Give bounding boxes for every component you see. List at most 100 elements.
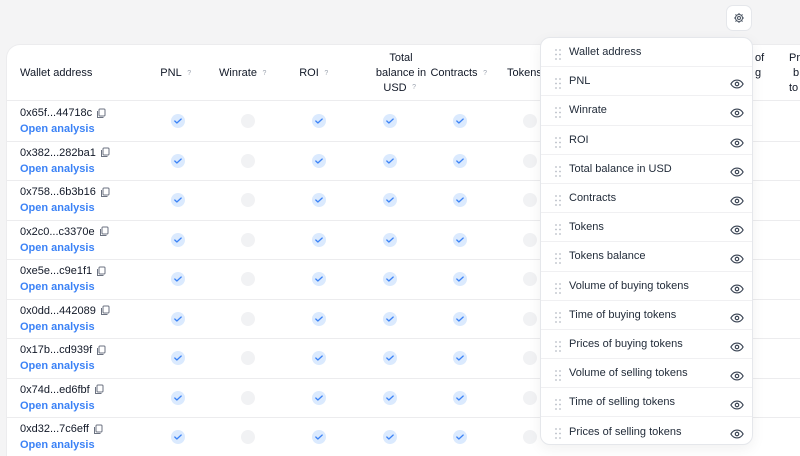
empty-indicator: [523, 430, 537, 444]
copy-icon[interactable]: [94, 384, 104, 395]
copy-icon[interactable]: [96, 345, 106, 356]
check-icon: [383, 390, 397, 405]
wallet-address: 0x65f...44718c: [20, 107, 106, 119]
empty-indicator: [523, 193, 537, 207]
column-option[interactable]: Time of buying tokens: [541, 301, 752, 330]
copy-icon[interactable]: [100, 147, 110, 158]
drag-handle-icon[interactable]: [555, 193, 561, 206]
eye-icon[interactable]: [730, 251, 744, 264]
column-option[interactable]: Volume of buying tokens: [541, 272, 752, 301]
drag-handle-icon[interactable]: [555, 47, 561, 60]
open-analysis-link[interactable]: Open analysis: [20, 321, 95, 333]
help-icon[interactable]: ?: [185, 69, 194, 78]
column-option[interactable]: Tokens: [541, 213, 752, 243]
wallet-address-text: 0xd32...7c6eff: [20, 423, 89, 435]
eye-icon[interactable]: [730, 368, 744, 381]
drag-handle-icon[interactable]: [555, 368, 561, 381]
eye-icon[interactable]: [730, 105, 744, 118]
drag-handle-icon[interactable]: [555, 135, 561, 148]
header-cut-column-2[interactable]: Pr b to: [789, 45, 800, 101]
open-analysis-link[interactable]: Open analysis: [20, 202, 95, 214]
wallet-address-text: 0x65f...44718c: [20, 107, 93, 119]
check-icon: [453, 153, 467, 168]
drag-handle-icon[interactable]: [555, 281, 561, 294]
empty-indicator: [241, 351, 255, 365]
drag-handle-icon[interactable]: [555, 339, 561, 352]
check-icon: [453, 232, 467, 247]
header-cut-g: g: [755, 67, 762, 79]
open-analysis-link[interactable]: Open analysis: [20, 439, 95, 451]
header-roi[interactable]: ROI ?: [287, 45, 343, 101]
help-icon[interactable]: ?: [410, 83, 419, 92]
check-icon: [312, 193, 326, 207]
empty-indicator: [241, 232, 255, 247]
column-option-label: PNL: [569, 75, 591, 88]
column-option[interactable]: Prices of buying tokens: [541, 330, 752, 360]
column-option[interactable]: Wallet address: [541, 38, 752, 68]
help-icon[interactable]: ?: [260, 69, 269, 78]
column-option[interactable]: Winrate: [541, 96, 752, 126]
eye-icon[interactable]: [730, 76, 744, 89]
copy-icon[interactable]: [93, 424, 103, 435]
drag-handle-icon[interactable]: [555, 76, 561, 90]
eye-icon[interactable]: [730, 339, 744, 352]
drag-handle-icon[interactable]: [555, 164, 561, 177]
eye-icon[interactable]: [730, 193, 744, 206]
eye-icon[interactable]: [730, 164, 744, 177]
open-analysis-link[interactable]: Open analysis: [20, 123, 95, 135]
drag-handle-icon[interactable]: [555, 222, 561, 236]
drag-handle-icon[interactable]: [555, 426, 561, 440]
column-option[interactable]: Volume of selling tokens: [541, 359, 752, 389]
eye-icon[interactable]: [730, 397, 744, 410]
check-icon: [312, 114, 326, 128]
drag-handle-icon[interactable]: [555, 397, 561, 411]
copy-icon[interactable]: [96, 108, 106, 119]
eye-icon[interactable]: [730, 310, 744, 323]
header-tokens[interactable]: Tokens: [507, 45, 542, 101]
column-option[interactable]: Contracts: [541, 184, 752, 214]
column-option[interactable]: Tokens balance: [541, 242, 752, 272]
eye-icon[interactable]: [730, 135, 744, 148]
column-option[interactable]: Total balance in USD: [541, 155, 752, 184]
header-cut-to: to: [789, 82, 799, 94]
column-settings-button[interactable]: [726, 5, 752, 31]
column-option-label: Volume of selling tokens: [569, 367, 688, 380]
copy-icon[interactable]: [100, 305, 110, 316]
header-pnl[interactable]: PNL ?: [147, 45, 207, 101]
column-option[interactable]: PNL: [541, 67, 752, 97]
eye-icon[interactable]: [730, 222, 744, 235]
help-glyph: ?: [187, 69, 192, 77]
eye-icon[interactable]: [730, 426, 744, 439]
open-analysis-link[interactable]: Open analysis: [20, 400, 95, 412]
drag-handle-icon[interactable]: [555, 310, 561, 323]
drag-handle-icon[interactable]: [555, 251, 561, 265]
open-analysis-link[interactable]: Open analysis: [20, 242, 95, 254]
column-option[interactable]: Prices of selling tokens: [541, 417, 752, 444]
copy-icon[interactable]: [96, 266, 106, 277]
copy-icon[interactable]: [99, 226, 109, 237]
check-icon: [383, 351, 397, 365]
check-icon: [312, 153, 326, 168]
check-icon: [383, 430, 397, 444]
check-icon: [453, 430, 467, 444]
help-icon[interactable]: ?: [322, 69, 331, 78]
eye-icon[interactable]: [730, 281, 744, 294]
copy-icon[interactable]: [100, 187, 110, 198]
header-cut-column-1[interactable]: of g: [755, 45, 769, 101]
column-option[interactable]: Time of selling tokens: [541, 388, 752, 418]
empty-indicator: [523, 153, 537, 168]
column-option[interactable]: ROI: [541, 126, 752, 155]
drag-handle-icon[interactable]: [555, 105, 561, 119]
header-wallet-address[interactable]: Wallet address: [20, 45, 130, 101]
header-winrate[interactable]: Winrate ?: [212, 45, 276, 101]
wallet-address: 0x17b...cd939f: [20, 344, 106, 356]
column-option-label: Time of selling tokens: [569, 396, 675, 409]
header-contracts[interactable]: Contracts ?: [427, 45, 493, 101]
open-analysis-link[interactable]: Open analysis: [20, 360, 95, 372]
help-icon[interactable]: ?: [481, 69, 490, 78]
open-analysis-link[interactable]: Open analysis: [20, 281, 95, 293]
check-icon: [312, 232, 326, 247]
check-icon: [171, 272, 185, 286]
header-pnl-label: PNL: [160, 66, 182, 79]
open-analysis-link[interactable]: Open analysis: [20, 163, 95, 175]
